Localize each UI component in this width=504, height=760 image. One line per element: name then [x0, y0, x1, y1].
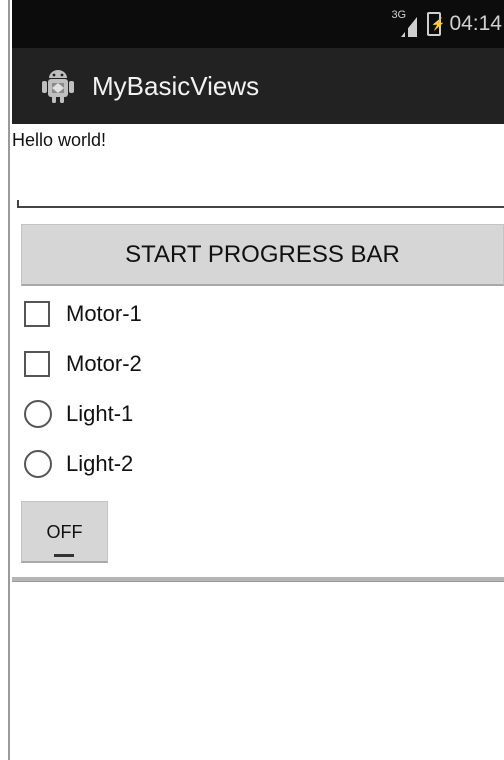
radio-button[interactable] [24, 450, 52, 478]
phone-screen: 3G ⚡ 04:14 MyBasicViews Hello world! STA… [12, 0, 504, 760]
network-type-label: 3G [391, 9, 407, 21]
start-progress-bar-button[interactable]: START PROGRESS BAR [21, 224, 504, 286]
radio-label: Light-2 [66, 451, 134, 476]
battery-icon: ⚡ [427, 12, 445, 36]
toggle-indicator [54, 554, 74, 557]
checkbox-label: Motor-2 [66, 351, 142, 376]
radio-light-2[interactable]: Light-2 [24, 446, 133, 482]
checkbox-label: Motor-1 [66, 301, 142, 326]
checkbox-motor-1[interactable]: Motor-1 [24, 296, 142, 332]
status-clock: 04:14 [449, 12, 502, 35]
screen-edge [0, 0, 10, 760]
app-title: MyBasicViews [92, 70, 260, 101]
start-progress-bar-label: START PROGRESS BAR [125, 240, 400, 268]
hello-text: Hello world! [12, 130, 107, 150]
radio-label: Light-1 [66, 401, 134, 426]
toggle-label: OFF [46, 522, 83, 542]
toggle-button[interactable]: OFF [21, 501, 108, 563]
action-bar: MyBasicViews [12, 48, 504, 124]
radio-light-1[interactable]: Light-1 [24, 396, 133, 432]
radio-button[interactable] [24, 400, 52, 428]
signal-icon: 3G [391, 9, 419, 39]
charging-bolt-icon: ⚡ [430, 17, 446, 31]
checkbox-box[interactable] [24, 351, 50, 377]
android-robot-icon[interactable] [38, 66, 78, 106]
status-icons: 3G ⚡ 04:14 [391, 0, 504, 48]
checkbox-motor-2[interactable]: Motor-2 [24, 346, 142, 382]
layout-divider [12, 577, 504, 582]
edit-text-field[interactable] [17, 174, 504, 208]
status-bar: 3G ⚡ 04:14 [12, 0, 504, 48]
checkbox-box[interactable] [24, 301, 50, 327]
